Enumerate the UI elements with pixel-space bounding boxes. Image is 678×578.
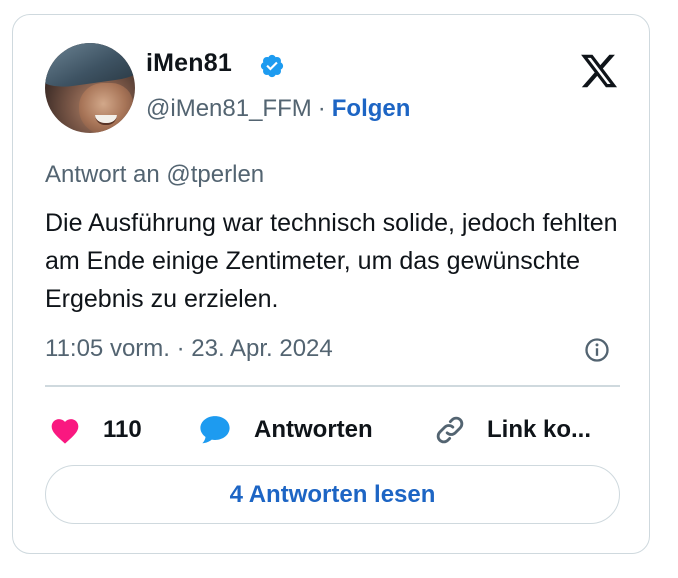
follow-button[interactable]: Folgen	[332, 95, 411, 122]
verified-badge-icon	[260, 54, 284, 78]
avatar-face	[79, 83, 133, 133]
reply-button[interactable]: Antworten	[198, 412, 373, 448]
separator-dot: ·	[317, 95, 326, 122]
divider	[45, 385, 620, 387]
copy-link-label: Link ko...	[487, 416, 592, 443]
speech-bubble-icon	[200, 416, 230, 444]
author-handle[interactable]: @iMen81_FFM	[146, 95, 312, 122]
copy-link-button[interactable]: Link ko...	[433, 412, 591, 448]
heart-icon	[51, 419, 79, 444]
avatar[interactable]	[45, 43, 135, 133]
author-handle-row: @iMen81_FFM · Folgen	[146, 95, 410, 123]
tweet-text: Die Ausführung war technisch solide, jed…	[45, 209, 618, 313]
tweet-card: iMen81 @iMen81_FFM · Folgen Antwort an @tp…	[12, 14, 650, 554]
read-replies-button[interactable]: 4 Antworten lesen	[45, 465, 620, 524]
reply-to-label[interactable]: Antwort an @tperlen	[45, 161, 264, 189]
like-button[interactable]: 110	[49, 412, 142, 448]
author-display-name[interactable]: iMen81	[146, 49, 232, 78]
info-icon[interactable]	[583, 336, 611, 364]
avatar-cap	[45, 43, 135, 91]
like-count: 110	[103, 416, 142, 443]
reply-label: Antworten	[254, 416, 373, 443]
x-logo-icon[interactable]	[579, 51, 619, 91]
link-icon	[436, 416, 464, 444]
tweet-timestamp[interactable]: 11:05 vorm. · 23. Apr. 2024	[45, 335, 333, 363]
